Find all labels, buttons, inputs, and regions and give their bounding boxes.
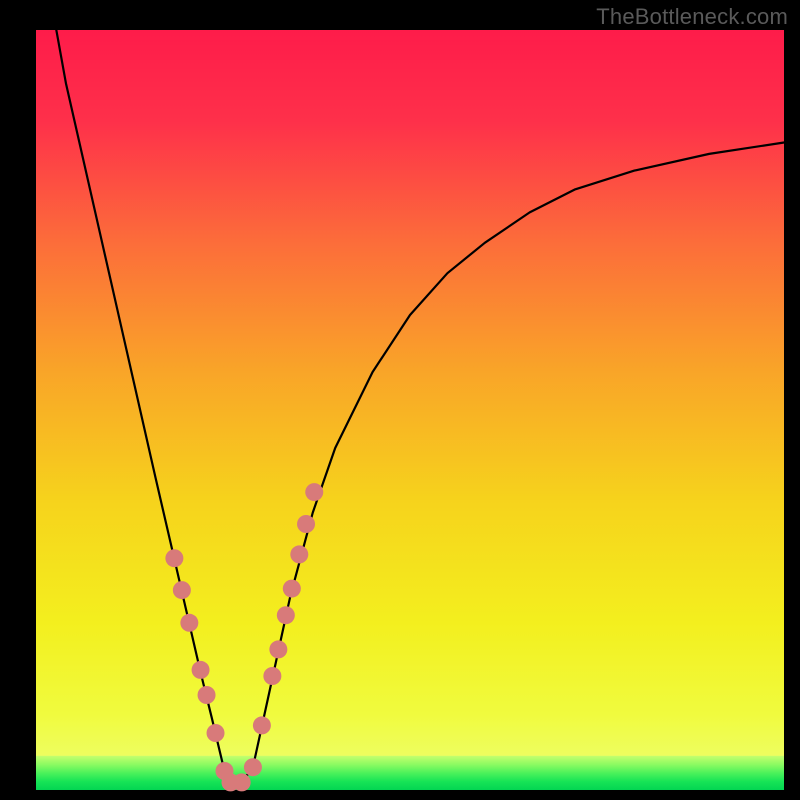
data-point-dot <box>263 667 281 685</box>
data-point-dot <box>253 716 271 734</box>
chart-gradient-bg <box>36 30 784 790</box>
data-point-dot <box>198 686 216 704</box>
chart-frame: TheBottleneck.com <box>0 0 800 800</box>
data-point-dot <box>290 545 308 563</box>
watermark-text: TheBottleneck.com <box>596 4 788 30</box>
data-point-dot <box>244 758 262 776</box>
data-point-dot <box>277 606 295 624</box>
chart-green-band <box>36 756 784 790</box>
data-point-dot <box>233 773 251 791</box>
data-point-dot <box>165 549 183 567</box>
data-point-dot <box>173 581 191 599</box>
data-point-dot <box>297 515 315 533</box>
data-point-dot <box>269 640 287 658</box>
data-point-dot <box>180 614 198 632</box>
bottleneck-chart <box>0 0 800 800</box>
data-point-dot <box>192 661 210 679</box>
data-point-dot <box>283 580 301 598</box>
data-point-dot <box>207 724 225 742</box>
data-point-dot <box>305 483 323 501</box>
